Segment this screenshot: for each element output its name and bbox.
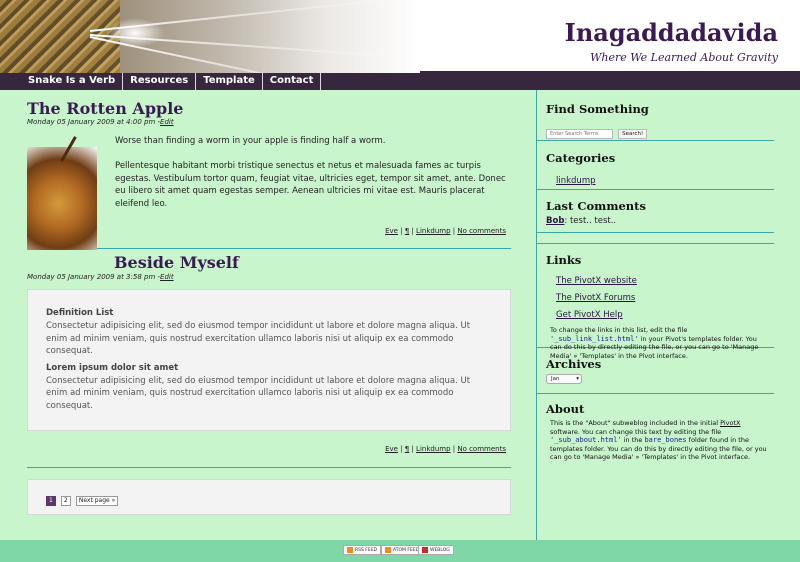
about-text: This is the "About" subweblog included i… [550,419,767,461]
link-list-filename: '_sub_link_list.html' [550,334,639,343]
link-pivotx-forums[interactable]: The PivotX Forums [556,293,635,303]
link-pivotx-website[interactable]: The PivotX website [556,276,637,286]
nav-item-resources[interactable]: Resources [123,73,197,90]
entry-footer: Eve | ¶ | Linkdump | No comments [385,445,506,453]
site-tagline: Where We Learned About Gravity [590,51,778,64]
author-link[interactable]: Eve [385,227,398,235]
weblog-badge[interactable]: WEBLOG [418,545,454,555]
pivotx-icon [422,546,428,553]
edit-link[interactable]: Edit [160,273,174,281]
last-comments-title: Last Comments [546,199,646,213]
next-page-link[interactable]: Next page » [75,496,119,506]
main-nav: Snake Is a Verb Resources Template Conta… [0,73,800,90]
pivotx-link[interactable]: PivotX [720,419,740,427]
rss-feed-badge[interactable]: RSS FEED [343,545,382,555]
category-link[interactable]: Linkdump [416,227,450,235]
permalink[interactable]: ¶ [405,445,409,453]
header-banner-image [0,0,420,73]
entry-meta: Monday 05 January 2009 at 4:00 pm -Edit [27,118,174,126]
entry-divider [27,467,511,468]
entry-title[interactable]: The Rotten Apple [27,99,183,118]
search-button[interactable]: Search! [618,129,648,139]
entry-date: Monday 05 January 2009 at 4:00 pm - [27,118,161,126]
entry-intro: Worse than finding a worm in your apple … [115,136,386,146]
links-title: Links [546,253,582,267]
pagination-box: 1 2 Next page » [27,479,511,515]
page-2-link[interactable]: 2 [60,496,71,506]
entry-meta: Monday 05 January 2009 at 3:58 pm -Edit [27,273,174,281]
chevron-down-icon: ▾ [576,376,579,382]
comment-text: : test.. test.. [564,216,617,226]
entry-date: Monday 05 January 2009 at 3:58 pm - [27,273,161,281]
entry-body: Pellentesque habitant morbi tristique se… [115,161,506,209]
definition-heading: Lorem ipsum dolor sit amet [46,362,179,373]
comments-link[interactable]: No comments [457,227,506,235]
archives-select[interactable]: Jan ▾ [546,374,582,384]
about-folder: bare_bones [644,436,687,444]
definition-text: Consectetur adipisicing elit, sed do eiu… [46,375,471,411]
nav-item-template[interactable]: Template [196,73,263,90]
site-title[interactable]: Inagaddadavida [565,18,778,47]
rss-icon [347,546,353,553]
sidebar: Find Something Search! Categories linkdu… [536,90,774,462]
author-link[interactable]: Eve [385,445,398,453]
definition-heading: Definition List [46,308,114,318]
pagination: 1 2 Next page » [46,487,119,506]
link-pivotx-help[interactable]: Get PivotX Help [556,310,623,320]
definition-text: Consectetur adipisicing elit, sed do eiu… [46,321,471,356]
site-header: Inagaddadavida Where We Learned About Gr… [0,0,800,73]
categories-title: Categories [546,151,616,165]
comments-link[interactable]: No comments [457,445,506,453]
nav-item-snake-is-a-verb[interactable]: Snake Is a Verb [0,73,124,90]
edit-link[interactable]: Edit [160,118,174,126]
comment-author-link[interactable]: Bob [546,216,564,226]
site-footer: RSS FEED ATOM FEED WEBLOG [0,540,800,562]
entry-title[interactable]: Beside Myself [114,253,239,272]
nav-item-contact[interactable]: Contact [263,73,322,90]
category-link-linkdump[interactable]: linkdump [556,176,596,186]
main-content: The Rotten Apple Monday 05 January 2009 … [27,90,511,515]
search-input[interactable] [546,129,613,139]
page-1: 1 [46,496,56,506]
atom-icon [385,546,391,553]
atom-feed-badge[interactable]: ATOM FEED [381,545,424,555]
rotten-apple-image [27,136,97,250]
definition-box: Definition List Consectetur adipisicing … [27,289,511,431]
entry: The Rotten Apple Monday 05 January 2009 … [27,90,511,250]
permalink[interactable]: ¶ [405,227,409,235]
about-title: About [546,402,585,416]
category-link[interactable]: Linkdump [416,445,450,453]
about-filename: '_sub_about.html' [550,436,622,444]
entry-footer: Eve | ¶ | Linkdump | No comments [385,227,506,235]
search-title: Find Something [546,102,649,116]
entry: Beside Myself Monday 05 January 2009 at … [27,249,511,467]
